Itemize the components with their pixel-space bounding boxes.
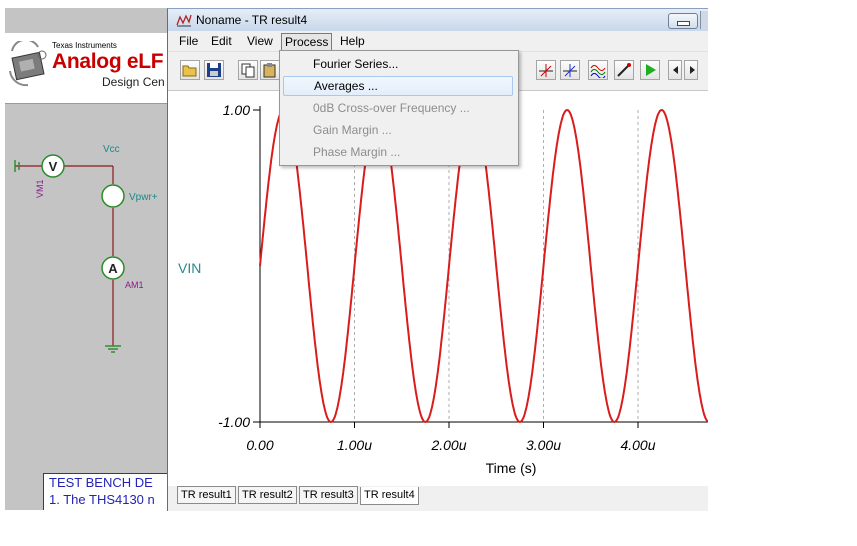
- vpwr-label: Vpwr+: [129, 192, 158, 203]
- menu-item-fourier-series[interactable]: Fourier Series...: [283, 54, 513, 74]
- minimize-icon: [677, 21, 690, 26]
- company-name: Texas Instruments: [52, 41, 117, 50]
- x-tick-label-1: 1.00u: [337, 437, 372, 453]
- y-tick-label-1: -1.00: [218, 414, 250, 430]
- x-tick-label-3: 3.00u: [526, 437, 561, 453]
- y-axis-label: VIN: [178, 260, 201, 276]
- menu-process[interactable]: Process: [281, 33, 333, 51]
- copy-button[interactable]: [238, 60, 258, 80]
- chip-board-icon: [9, 41, 47, 87]
- testbench-line-1: TEST BENCH DE: [49, 475, 153, 490]
- cursor-b-button[interactable]: [560, 60, 580, 80]
- scroll-right-button[interactable]: [684, 60, 698, 80]
- ammeter-icon: A: [101, 256, 125, 280]
- menu-item-gain-margin[interactable]: Gain Margin ...: [283, 120, 513, 140]
- menu-bar: File Edit View Process Help: [168, 31, 708, 52]
- menu-item-phase-margin[interactable]: Phase Margin ...: [283, 142, 513, 162]
- window-title: Noname - TR result4: [196, 13, 308, 27]
- clipboard-icon: [263, 63, 276, 78]
- scroll-left-icon: [673, 66, 678, 74]
- process-dropdown-menu: Fourier Series... Averages ... 0dB Cross…: [279, 50, 519, 166]
- x-tick-label-0: 0.00: [246, 437, 273, 453]
- result-tab-bar: TR result1 TR result2 TR result3 TR resu…: [168, 486, 708, 511]
- tab-tr-result3[interactable]: TR result3: [299, 486, 358, 504]
- waveform-icon: [590, 65, 606, 78]
- menu-edit[interactable]: Edit: [208, 33, 235, 49]
- close-button-edge[interactable]: [700, 11, 708, 29]
- open-button[interactable]: [180, 60, 200, 80]
- minimize-button[interactable]: [668, 13, 698, 29]
- tab-tr-result4[interactable]: TR result4: [360, 487, 419, 505]
- save-disk-icon: [207, 63, 221, 77]
- title-bar[interactable]: Noname - TR result4: [168, 9, 708, 31]
- ti-logo-banner: Texas Instruments Analog eLF Design Cen: [5, 33, 167, 104]
- menu-file[interactable]: File: [176, 33, 201, 49]
- menu-item-averages[interactable]: Averages ...: [283, 76, 513, 96]
- menu-view[interactable]: View: [244, 33, 276, 49]
- product-name: Analog eLF: [52, 50, 164, 73]
- menu-help[interactable]: Help: [337, 33, 368, 49]
- x-tick-label-4: 4.00u: [620, 437, 655, 453]
- tab-tr-result1[interactable]: TR result1: [177, 486, 236, 504]
- open-folder-icon: [182, 65, 197, 77]
- power-source-icon: [101, 184, 125, 208]
- vm1-label: VM1: [35, 179, 45, 198]
- test-bench-notes[interactable]: TEST BENCH DE 1. The THS4130 n: [43, 473, 167, 510]
- run-play-icon: [646, 64, 656, 76]
- app-waveform-icon: [176, 14, 192, 27]
- cursor-b-icon: [563, 64, 577, 77]
- background-app-panel: Texas Instruments Analog eLF Design Cen …: [5, 8, 167, 510]
- probe-icon: [617, 63, 631, 77]
- y-tick-label-0: 1.00: [223, 102, 250, 118]
- svg-text:V: V: [49, 159, 58, 174]
- x-tick-label-2: 2.00u: [430, 437, 466, 453]
- tab-tr-result2[interactable]: TR result2: [238, 486, 297, 504]
- probe-button[interactable]: [614, 60, 634, 80]
- menu-item-0db-crossover[interactable]: 0dB Cross-over Frequency ...: [283, 98, 513, 118]
- circuit-schematic[interactable]: V VM1 Vcc Vpwr+ A AM1: [5, 138, 167, 368]
- cursor-a-button[interactable]: [536, 60, 556, 80]
- scroll-left-button[interactable]: [668, 60, 682, 80]
- run-button[interactable]: [640, 60, 660, 80]
- copy-icon: [241, 63, 255, 78]
- vcc-label: Vcc: [103, 144, 120, 155]
- voltmeter-icon: V: [41, 154, 65, 178]
- waveform-button[interactable]: [588, 60, 608, 80]
- product-subtitle: Design Cen: [102, 75, 165, 89]
- am1-label: AM1: [125, 280, 144, 290]
- cursor-a-icon: [539, 64, 553, 77]
- testbench-line-2: 1. The THS4130 n: [49, 492, 155, 507]
- svg-text:A: A: [108, 261, 118, 276]
- x-axis-label: Time (s): [486, 460, 537, 476]
- paste-button[interactable]: [260, 60, 280, 80]
- save-button[interactable]: [204, 60, 224, 80]
- scroll-right-icon: [690, 66, 695, 74]
